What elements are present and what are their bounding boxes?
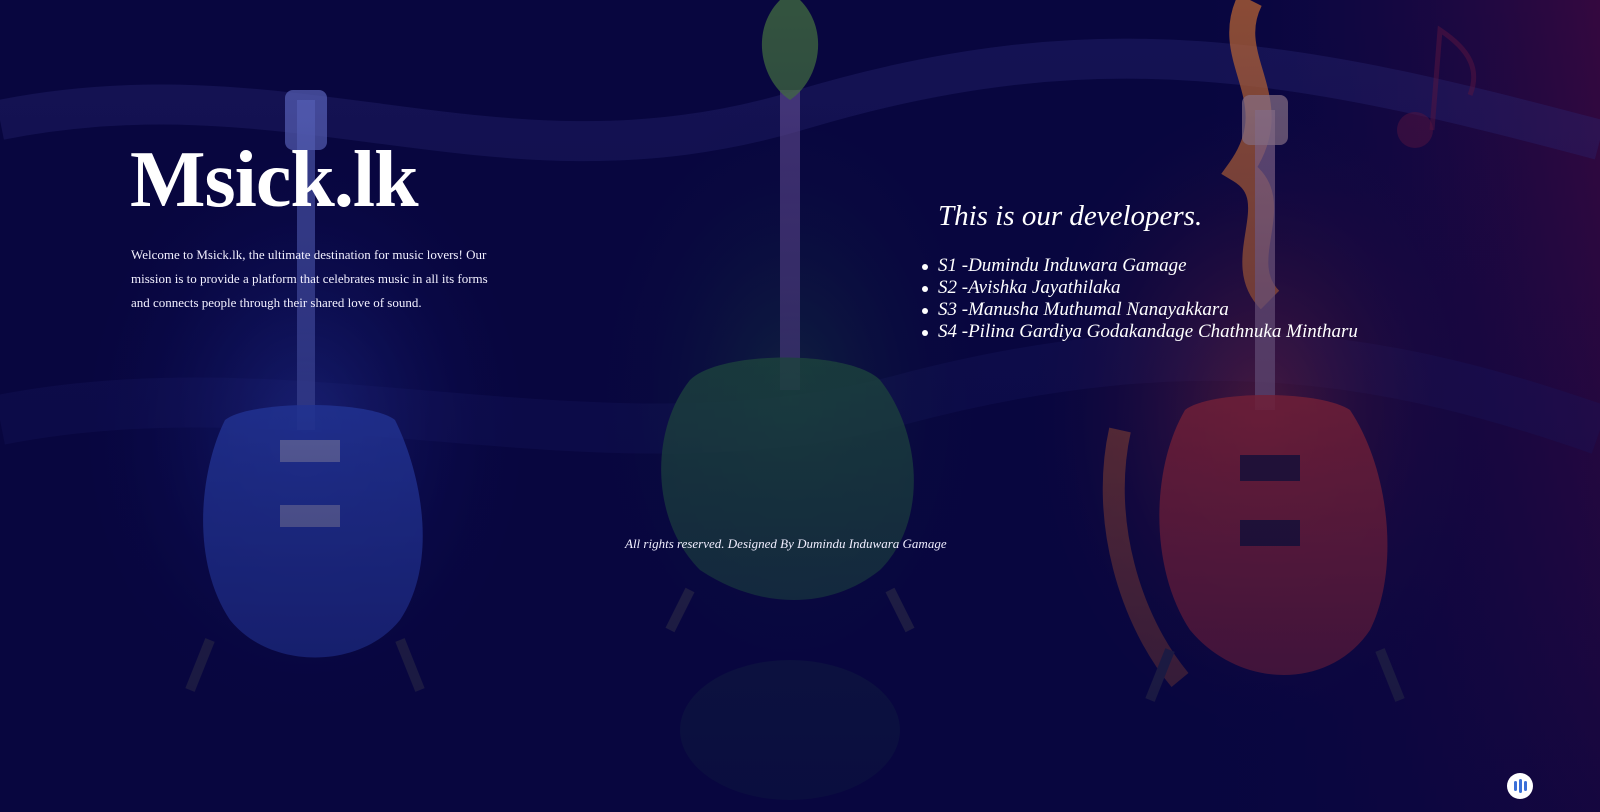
developer-item: S3 -Manusha Muthumal Nanayakkara <box>922 299 1358 321</box>
developer-item: S4 -Pilina Gardiya Godakandage Chathnuka… <box>922 321 1358 342</box>
audio-widget-button[interactable] <box>1507 773 1533 799</box>
footer-copyright: All rights reserved. Designed By Dumindu… <box>625 536 947 551</box>
site-title: Msick.lk <box>130 136 419 224</box>
background-guitars-image <box>0 0 1600 812</box>
audio-bars-icon <box>1513 779 1528 793</box>
welcome-paragraph: Welcome to Msick.lk, the ultimate destin… <box>131 247 488 310</box>
developers-list: S1 -Dumindu Induwara Gamage S2 -Avishka … <box>922 255 1358 343</box>
developers-heading: This is our developers. <box>938 200 1203 232</box>
developer-item: S1 -Dumindu Induwara Gamage <box>922 255 1358 277</box>
developer-item: S2 -Avishka Jayathilaka <box>922 277 1358 299</box>
